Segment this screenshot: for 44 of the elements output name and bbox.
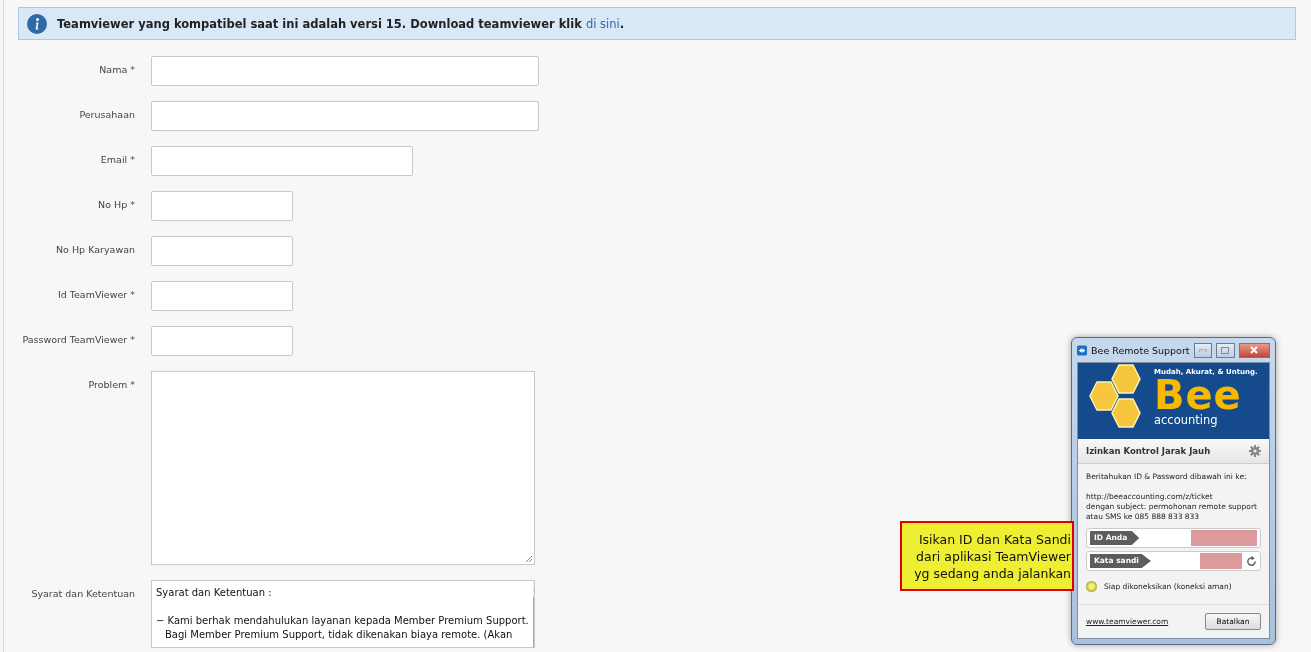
text-input-field[interactable] bbox=[151, 56, 539, 86]
refresh-icon[interactable] bbox=[1246, 555, 1257, 567]
download-link[interactable]: di sini bbox=[585, 16, 620, 31]
field-label: No Hp Karyawan bbox=[55, 243, 135, 255]
field-label: No Hp * bbox=[97, 198, 135, 210]
maximize-button[interactable] bbox=[1216, 342, 1235, 358]
field-label: Problem * bbox=[87, 378, 135, 390]
resize-grip-icon[interactable] bbox=[525, 555, 533, 563]
brand-subtitle: accounting bbox=[1154, 414, 1219, 426]
redacted-value bbox=[1200, 553, 1242, 569]
section-title: Izinkan Kontrol Jarak Jauh bbox=[1086, 446, 1211, 456]
text-input-field[interactable] bbox=[151, 146, 413, 176]
callout-text: Isikan ID dan Kata Sandi bbox=[918, 530, 1071, 548]
text-input-field[interactable] bbox=[151, 101, 539, 131]
brand-logo: Bee bbox=[1154, 376, 1242, 414]
field-label: Email * bbox=[99, 153, 135, 165]
field-label: Syarat dan Ketentuan bbox=[30, 587, 135, 599]
info-icon bbox=[27, 13, 47, 34]
text-input-field[interactable] bbox=[151, 281, 293, 311]
textarea-field[interactable] bbox=[151, 371, 535, 565]
app-icon bbox=[1077, 344, 1088, 356]
minimize-button[interactable] bbox=[1193, 342, 1213, 358]
terms-title: Syarat dan Ketentuan : bbox=[156, 586, 273, 600]
field-label: Password TeamViewer * bbox=[21, 333, 135, 345]
text-input-field[interactable] bbox=[151, 326, 293, 356]
callout-text: yg sedang anda jalankan bbox=[914, 564, 1071, 582]
alert-message: Teamviewer yang kompatibel saat ini adalah versi 15. Download teamviewer klik di sini. bbox=[57, 16, 625, 31]
callout-text: dari aplikasi TeamViewer bbox=[916, 547, 1071, 565]
text-input-field[interactable] bbox=[151, 191, 293, 221]
status-light-icon bbox=[1086, 581, 1097, 592]
field-label: Nama * bbox=[98, 63, 135, 75]
maximize-icon bbox=[1221, 346, 1230, 354]
terms-text: − Kami berhak mendahulukan layanan kepada Member Premium Support. bbox=[156, 614, 529, 628]
minimize-icon bbox=[1198, 348, 1207, 352]
close-icon bbox=[1250, 346, 1259, 354]
terms-text: Bagi Member Premium Support, tidak dikenakan biaya remote. (Akan bbox=[164, 628, 514, 642]
window-title: Bee Remote Support bbox=[1091, 344, 1190, 356]
close-button[interactable] bbox=[1238, 342, 1270, 358]
redacted-value bbox=[1191, 530, 1257, 546]
field-label: Id TeamViewer * bbox=[56, 288, 135, 300]
terms-box[interactable]: Syarat dan Ketentuan : − Kami berhak mendahulukan layanan kepada Member Premium Support. Bagi Member Premium Support, tidak dikenakan biaya remote. (Akan bbox=[151, 580, 535, 648]
settings-icon[interactable] bbox=[1249, 445, 1261, 457]
field-label: Perusahaan bbox=[78, 108, 135, 120]
text-input-field[interactable] bbox=[151, 236, 293, 266]
